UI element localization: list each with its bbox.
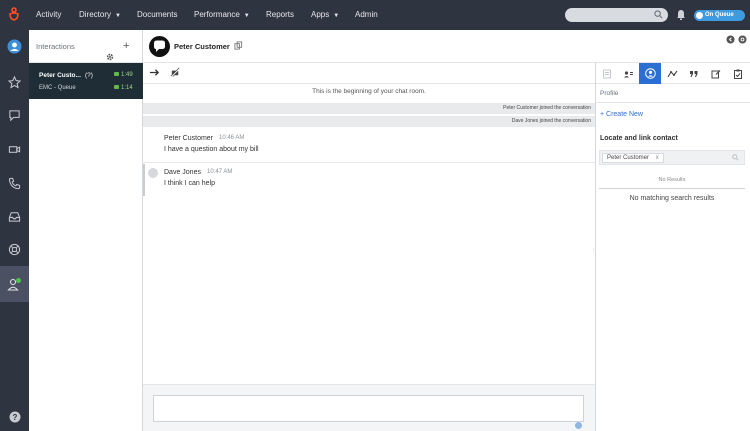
- panel-section-title: Profile: [600, 90, 619, 97]
- message-text: I think I can help: [164, 180, 215, 187]
- interaction-time-2: 1:14: [121, 85, 133, 91]
- add-interaction-button[interactable]: +: [123, 30, 129, 63]
- nav-performance-label: Performance: [194, 10, 240, 19]
- inbox-icon[interactable]: [7, 209, 22, 224]
- interaction-time-1: 1:49: [121, 72, 133, 78]
- phone-icon[interactable]: [7, 176, 22, 191]
- nav-apps[interactable]: Apps ▼: [311, 0, 339, 30]
- message-sender: Peter Customer: [164, 135, 214, 142]
- message-sender: Dave Jones: [164, 169, 201, 176]
- help-icon[interactable]: [575, 422, 582, 429]
- interaction-name: Peter Custo...: [39, 72, 81, 79]
- help-icon[interactable]: ?: [7, 409, 22, 424]
- nav-admin[interactable]: Admin: [355, 0, 378, 30]
- star-icon[interactable]: [7, 75, 22, 90]
- nav-performance[interactable]: Performance ▼: [194, 0, 250, 30]
- system-message: Peter Customer joined the conversation: [143, 103, 595, 114]
- message-input[interactable]: [153, 395, 584, 422]
- interaction-queue: EMC - Queue: [39, 85, 76, 91]
- svg-text:?: ?: [12, 412, 17, 421]
- chat-bubble-icon[interactable]: [7, 108, 22, 123]
- interactions-panel: Interactions + Peter Custo... (?) EMC - …: [29, 30, 143, 431]
- nav-activity[interactable]: Activity: [36, 0, 61, 30]
- chat-bubble-icon: [114, 85, 119, 89]
- nav-directory-label: Directory: [79, 10, 112, 19]
- on-queue-toggle[interactable]: On Queue: [694, 10, 745, 21]
- collapse-left-icon[interactable]: [726, 35, 735, 46]
- chevron-down-icon: ▼: [243, 13, 250, 19]
- edit-note-icon[interactable]: [705, 63, 727, 84]
- nav-reports-label: Reports: [266, 10, 295, 19]
- chat-begin-text: This is the beginning of your chat room.: [312, 88, 426, 95]
- notification-bell-icon[interactable]: [676, 9, 686, 22]
- top-navigation-bar: Activity Directory ▼ Documents Performanc…: [0, 0, 750, 30]
- chevron-down-icon: ▼: [333, 13, 340, 19]
- nav-reports[interactable]: Reports: [266, 0, 294, 30]
- left-rail: ?: [0, 30, 29, 431]
- search-icon: [654, 10, 663, 21]
- create-new-link[interactable]: + Create New: [600, 111, 643, 118]
- script-icon[interactable]: [596, 63, 618, 84]
- disconnect-icon[interactable]: [170, 67, 181, 80]
- copy-icon[interactable]: [234, 41, 243, 52]
- message-time: 10:47 AM: [207, 169, 233, 175]
- system-message: Dave Jones joined the conversation: [143, 116, 595, 127]
- message-divider: [143, 162, 595, 163]
- divider: [599, 188, 745, 189]
- conversation-toolbar: [143, 63, 595, 84]
- right-panel-tabs: [596, 63, 750, 84]
- chip-close-icon[interactable]: x: [656, 155, 659, 161]
- profile-tab-icon[interactable]: [639, 63, 661, 84]
- nav-documents-label: Documents: [137, 10, 178, 19]
- search-chip[interactable]: Peter Customer x: [602, 153, 664, 163]
- divider: [596, 102, 750, 103]
- genesys-logo-icon[interactable]: [5, 6, 23, 24]
- search-icon: [732, 154, 739, 163]
- interaction-badge: (?): [85, 72, 93, 79]
- journey-icon[interactable]: [661, 63, 683, 84]
- chat-avatar-icon: [149, 36, 170, 57]
- message-composer: [143, 384, 595, 431]
- agent-message-marker: [143, 164, 145, 196]
- no-results-label: No Results: [658, 177, 686, 183]
- toggle-knob: [696, 12, 703, 19]
- lifebuoy-icon[interactable]: [7, 242, 22, 257]
- conversation-title: Peter Customer: [174, 42, 230, 51]
- quote-icon[interactable]: [683, 63, 705, 84]
- nav-documents[interactable]: Documents: [137, 0, 177, 30]
- interaction-timer: 1:49: [114, 72, 133, 78]
- chat-bubble-icon: [114, 72, 119, 76]
- clipboard-icon[interactable]: [727, 63, 749, 84]
- interactions-title: Interactions: [36, 42, 75, 51]
- transfer-arrow-icon[interactable]: [149, 67, 160, 80]
- global-search-input[interactable]: [565, 8, 668, 22]
- no-match-message: No matching search results: [629, 195, 715, 202]
- locate-contact-title: Locate and link contact: [600, 135, 678, 142]
- contact-card-icon[interactable]: [617, 63, 639, 84]
- contact-search-field[interactable]: Peter Customer x: [599, 150, 745, 165]
- profile-panel: Profile + Create New Locate and link con…: [596, 84, 750, 431]
- search-chip-label: Peter Customer: [607, 155, 650, 161]
- user-avatar-icon[interactable]: [7, 39, 22, 54]
- video-icon[interactable]: [7, 142, 22, 157]
- chevron-down-icon: ▼: [115, 13, 121, 19]
- nav-admin-label: Admin: [355, 10, 378, 19]
- settings-icon[interactable]: [738, 35, 747, 46]
- message-text: I have a question about my bill: [164, 146, 259, 153]
- nav-apps-label: Apps: [311, 10, 330, 19]
- chat-transcript: This is the beginning of your chat room.…: [143, 84, 595, 384]
- conversation-header: Peter Customer: [143, 30, 750, 63]
- agent-status-icon[interactable]: [7, 277, 22, 292]
- interaction-item[interactable]: Peter Custo... (?) EMC - Queue 1:49 1:14: [29, 63, 143, 99]
- nav-activity-label: Activity: [36, 10, 62, 19]
- message-time: 10:46 AM: [219, 135, 245, 141]
- agent-avatar-icon: [148, 168, 158, 178]
- interaction-timer: 1:14: [114, 85, 133, 91]
- on-queue-label: On Queue: [705, 12, 734, 18]
- interactions-header: Interactions +: [29, 30, 142, 63]
- nav-directory[interactable]: Directory ▼: [79, 0, 121, 30]
